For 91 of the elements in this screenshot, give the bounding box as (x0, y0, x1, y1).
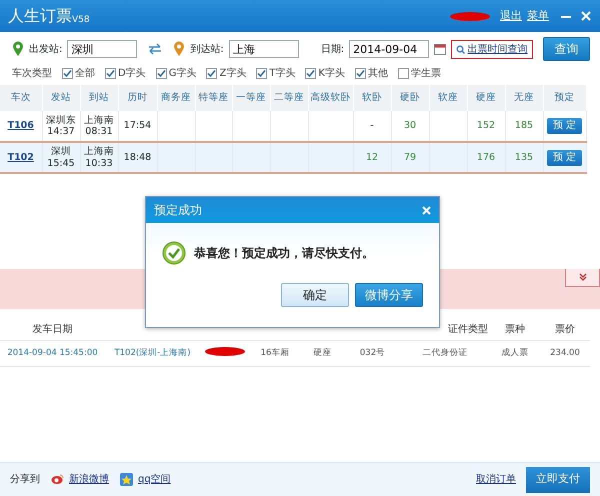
checkbox-label: 其他 (368, 66, 388, 81)
table-cell: 硬座 (300, 340, 345, 367)
swap-icon (148, 43, 162, 55)
checkbox[interactable] (206, 68, 218, 79)
checkbox-label: G字头 (168, 66, 196, 81)
column-header: 特等座 (195, 85, 232, 111)
column-header: 二等座 (270, 85, 308, 111)
chevron-down-icon (578, 272, 588, 282)
checkbox-label: K字头 (318, 66, 345, 81)
version-label: V58 (72, 14, 90, 26)
column-header: 硬卧 (391, 85, 429, 111)
time-text: 10:33 (84, 158, 114, 169)
checkbox-label: 全部 (75, 66, 95, 81)
column-header: 票价 (540, 318, 590, 341)
checkbox[interactable] (62, 68, 73, 79)
cancel-order-link[interactable]: 取消订单 (476, 472, 516, 487)
column-header: 发车日期 (0, 318, 105, 341)
location-pin-icon (12, 41, 24, 57)
checkbox-label: D字头 (118, 66, 146, 81)
collapse-button[interactable] (565, 268, 600, 287)
book-button[interactable]: 预 定 (546, 150, 582, 166)
share-link[interactable]: qq空间 (138, 472, 171, 487)
to-station-field[interactable]: 上海 (228, 40, 299, 58)
confirm-button[interactable]: 确定 (281, 283, 349, 307)
close-icon (580, 10, 592, 22)
table-cell: 2014-09-04 15:45:00 (0, 340, 105, 367)
share-link[interactable]: 新浪微博 (69, 472, 109, 487)
table-cell: T102(深圳-上海南) (105, 340, 200, 367)
title-link[interactable]: 菜单 (527, 8, 549, 24)
station-name: 上海南 (83, 114, 115, 126)
time-query-link[interactable]: 出票时间查询 (451, 40, 533, 58)
book-button[interactable]: 预 定 (546, 118, 582, 134)
filter-label: 车次类型 (12, 66, 52, 81)
column-header: 票种 (490, 318, 540, 341)
checkbox-label: Z字头 (219, 66, 246, 81)
share-label: 分享到 (10, 472, 40, 487)
station-name: 深圳 (50, 146, 72, 158)
table-cell: 18:48 (118, 142, 157, 173)
column-header: 商务座 (157, 85, 195, 111)
checkbox[interactable] (354, 68, 366, 79)
search-button[interactable]: 查询 (542, 37, 590, 61)
table-cell: 16车厢 (250, 340, 300, 367)
time-text: 14:37 (46, 126, 76, 138)
dialog-title: 预定成功 (154, 202, 202, 219)
window-title: 人生订票 (8, 5, 72, 27)
field-label: 出发站: (29, 42, 62, 56)
column-header: 无座 (505, 85, 543, 111)
checkbox[interactable] (398, 68, 409, 79)
location-pin-icon (173, 41, 186, 57)
weibo-icon (51, 473, 64, 486)
station-name: 深圳东 (45, 114, 77, 126)
column-header: 一等座 (232, 85, 270, 111)
table-cell: 032号 (345, 340, 400, 367)
column-header: 预定 (543, 85, 586, 111)
table-cell: 176 (467, 142, 505, 173)
column-header: 高级软卧 (308, 85, 353, 111)
table-cell: 135 (505, 142, 543, 173)
column-header: 软座 (429, 85, 467, 111)
dialog-message: 恭喜您！预定成功，请尽快支付。 (194, 245, 374, 262)
time-text: 08:31 (84, 126, 114, 138)
field-label: 日期: (320, 42, 344, 56)
title-link[interactable]: 退出 (500, 8, 522, 24)
column-header: 到站 (80, 85, 118, 111)
checkbox-label: T字头 (269, 66, 296, 81)
checkbox[interactable] (156, 68, 167, 79)
checkbox[interactable] (256, 68, 268, 79)
search-icon (456, 44, 466, 54)
column-header: 车次 (0, 85, 42, 111)
table-cell: 12 (353, 142, 391, 173)
field-label: 到达站: (190, 42, 224, 56)
checkmark-icon (162, 241, 186, 265)
column-header: 硬座 (467, 85, 505, 111)
from-station-field[interactable]: 深圳 (67, 40, 138, 58)
table-cell: 二代身份证 (400, 340, 490, 367)
station-name: 上海南 (83, 146, 115, 158)
checkbox-label: 学生票 (410, 66, 441, 81)
column-header: 软卧 (353, 85, 391, 111)
table-cell: 234.00 (540, 340, 590, 367)
checkbox[interactable] (105, 68, 116, 79)
table-cell: 成人票 (490, 340, 540, 367)
table-cell: 79 (391, 142, 429, 173)
close-icon (422, 206, 431, 214)
pay-button[interactable]: 立即支付 (526, 466, 590, 492)
date-field[interactable]: 2014-09-04 (349, 40, 430, 58)
column-header: 发站 (42, 85, 80, 111)
column-header: 历时 (118, 85, 157, 111)
time-text: 15:45 (46, 158, 76, 169)
train-number-link[interactable]: T106 (8, 120, 34, 132)
checkbox[interactable] (305, 68, 316, 79)
calendar-icon (434, 43, 446, 55)
star-icon (120, 473, 133, 486)
